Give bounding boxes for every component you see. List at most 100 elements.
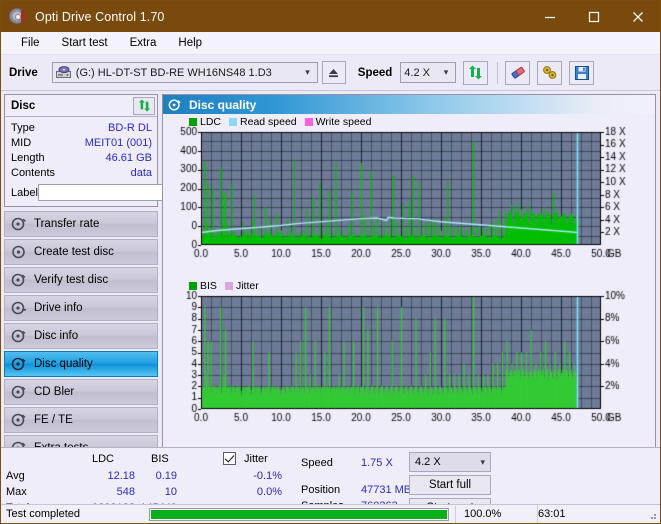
menu-item-extra[interactable]: Extra: [119, 32, 168, 55]
save-button[interactable]: [569, 60, 595, 85]
stats-max-bis: 10: [164, 486, 177, 498]
menu-item-file[interactable]: File: [10, 32, 51, 55]
legend-label: LDC: [200, 116, 222, 128]
menu-item-start-test[interactable]: Start test: [51, 32, 119, 55]
chevron-down-icon[interactable]: ▾: [437, 68, 454, 77]
row-value: BD-R DL: [107, 121, 152, 134]
sidebar-item-label: Verify test disc: [34, 274, 109, 286]
row-key: Contents: [11, 166, 56, 179]
menu-label: Extra: [129, 37, 157, 49]
window-title: Opti Drive Control 1.70: [35, 9, 165, 24]
row-key: Type: [11, 121, 35, 134]
bis-chart-canvas: [165, 280, 651, 425]
row-key: Length: [11, 151, 45, 164]
eject-button[interactable]: [321, 61, 346, 84]
position-label: Position: [301, 484, 341, 496]
stats-row-label-max: Max: [6, 486, 27, 498]
application-window: Opti Drive Control 1.70 File Start test …: [0, 0, 661, 524]
legend-label: Read speed: [240, 116, 297, 128]
speed-stat-label: Speed: [301, 457, 333, 469]
maximize-icon[interactable]: [572, 1, 616, 32]
chevron-down-icon[interactable]: ▾: [474, 457, 487, 468]
stats-avg-jitter: -0.1%: [253, 470, 282, 482]
eraser-icon: [511, 66, 525, 79]
jitter-label: Jitter: [244, 453, 268, 465]
wrench-icon: [542, 66, 557, 79]
row-value: data: [130, 166, 152, 179]
sidebar-item-drive-info[interactable]: Drive info: [4, 295, 158, 321]
jitter-checkbox[interactable]: [223, 452, 236, 465]
minimize-icon[interactable]: [528, 1, 572, 32]
elapsed-time: 63:01: [537, 504, 660, 523]
disc-row-length: Length 46.61 GB: [11, 150, 152, 165]
stats-max-jitter: 0.0%: [256, 486, 282, 498]
start-full-button[interactable]: Start full: [409, 475, 491, 495]
right-panel: Disc quality LDC Read speed Write speed BI…: [1, 91, 660, 523]
legend-swatch-icon: [229, 118, 238, 126]
sidebar-item-label: FE / TE: [34, 414, 73, 426]
refresh-icon: [469, 65, 483, 80]
close-icon[interactable]: [616, 1, 660, 32]
progress-fill: [151, 509, 447, 519]
row-value: MEIT01 (001): [84, 136, 152, 149]
progress-percent: 100.0%: [455, 505, 537, 523]
refresh-button[interactable]: [463, 60, 489, 85]
speed-select[interactable]: 4.2 X ▾: [400, 62, 457, 83]
legend-label: Jitter: [235, 280, 259, 292]
disc-info-icon: [11, 328, 27, 344]
sidebar-item-verify-test-disc[interactable]: Verify test disc: [4, 267, 158, 293]
sidebar-item-transfer-rate[interactable]: Transfer rate: [4, 211, 158, 237]
disc-quality-header: Disc quality: [163, 95, 655, 114]
sidebar-item-label: Create test disc: [34, 246, 114, 258]
legend-item: LDC: [189, 116, 221, 128]
erase-button[interactable]: [505, 60, 531, 85]
stats-avg-bis: 0.19: [155, 470, 177, 482]
legend-swatch-icon: [304, 118, 313, 126]
progress-bar: [149, 507, 449, 521]
bis-chart: BIS Jitter: [165, 280, 653, 430]
disc-label-row: Label: [11, 183, 241, 202]
sidebar-item-label: Drive info: [34, 302, 83, 314]
eject-icon: [329, 68, 339, 77]
settings-button[interactable]: [537, 60, 563, 85]
floppy-save-icon: [574, 65, 589, 80]
charts-container: LDC Read speed Write speed BIS Jitter: [163, 114, 655, 430]
disc-fete-icon: [11, 412, 27, 428]
test-speed-select[interactable]: 4.2 X ▾: [409, 452, 491, 472]
app-disc-icon: [9, 7, 27, 26]
legend-label: Write speed: [315, 116, 372, 128]
sidebar-item-disc-quality[interactable]: Disc quality: [4, 351, 158, 377]
disc-refresh-button[interactable]: [133, 96, 155, 115]
sidebar-item-create-test-disc[interactable]: Create test disc: [4, 239, 158, 265]
title-bar: Opti Drive Control 1.70: [1, 1, 660, 32]
disc-panel-header: Disc: [5, 95, 157, 117]
sidebar-item-label: Disc info: [34, 330, 79, 342]
legend-item: BIS: [189, 280, 217, 292]
sidebar-item-disc-info[interactable]: Disc info: [4, 323, 158, 349]
speed-stat-value: 1.75 X: [361, 457, 393, 469]
disc-row-contents: Contents data: [11, 165, 152, 180]
sidebar-item-label: CD Bler: [34, 386, 75, 398]
disc-bler-icon: [11, 384, 27, 400]
disc-label-key: Label: [11, 186, 38, 199]
toolbar-divider: [497, 61, 499, 84]
chevron-down-icon[interactable]: ▾: [298, 68, 315, 77]
menu-label: File: [21, 37, 40, 49]
sidebar-item-cd-bler[interactable]: CD Bler: [4, 379, 158, 405]
menu-item-help[interactable]: Help: [167, 32, 213, 55]
drive-toolbar: Drive (G:) HL-DT-ST BD-RE WH16NS48 1.D3 …: [1, 55, 660, 91]
status-text: Test completed: [6, 508, 80, 520]
sidebar-item-fe-te[interactable]: FE / TE: [4, 407, 158, 433]
bis-chart-legend: BIS Jitter: [189, 280, 263, 292]
disc-panel: Disc Type BD-R DL MID MEIT01 (001) Lengt…: [4, 94, 241, 207]
drive-select[interactable]: (G:) HL-DT-ST BD-RE WH16NS48 1.D3 ▾: [51, 62, 318, 83]
disc-speed-icon: [11, 216, 27, 232]
ldc-chart-legend: LDC Read speed Write speed: [189, 116, 376, 128]
menu-bar: File Start test Extra Help: [1, 32, 660, 55]
stats-header-ldc: LDC: [92, 453, 115, 465]
disc-panel-title: Disc: [11, 99, 36, 112]
resize-grip-icon[interactable]: [646, 509, 658, 521]
ldc-chart-canvas: [165, 116, 651, 261]
status-bar: Test completed 100.0% 63:01: [1, 504, 660, 523]
stats-header-bis: BIS: [151, 453, 169, 465]
